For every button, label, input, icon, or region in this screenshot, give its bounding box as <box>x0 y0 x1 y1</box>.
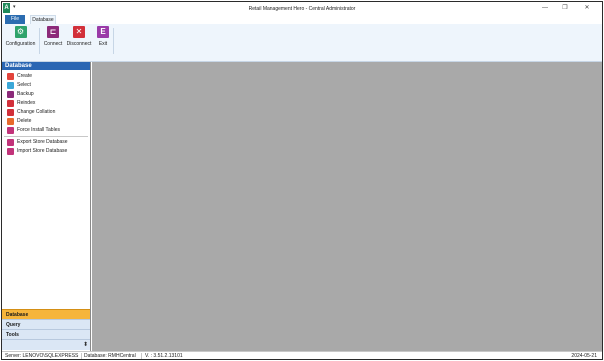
nav-item-delete[interactable]: Delete <box>2 117 90 126</box>
status-date: 2024-05-21 <box>571 353 597 359</box>
configuration-button[interactable]: ⚙ Configuration <box>5 26 36 54</box>
exit-label: Exit <box>98 41 108 47</box>
nav-item-label: Create <box>17 73 33 79</box>
ribbon-tabs: File Database <box>2 15 602 24</box>
reindex-icon <box>7 100 14 107</box>
status-separator <box>81 353 82 359</box>
import-icon <box>7 148 14 155</box>
status-server: Server: LENOVO\SQLEXPRESS <box>5 353 79 359</box>
install-tables-icon <box>7 127 14 134</box>
ribbon-separator <box>113 28 114 54</box>
title-bar: A ▾ Retail Management Hero - Central Adm… <box>2 2 602 15</box>
database-task-list: Create Select Backup Reindex Change Coll… <box>2 72 90 156</box>
window-title: Retail Management Hero - Central Adminis… <box>248 6 356 12</box>
disconnect-label: Disconnect <box>66 41 92 47</box>
exit-button[interactable]: E Exit <box>95 26 111 54</box>
connect-label: Connect <box>43 41 63 47</box>
nav-item-label: Export Store Database <box>17 139 68 145</box>
delete-icon <box>7 118 14 125</box>
nav-item-create[interactable]: Create <box>2 72 90 81</box>
status-separator <box>141 353 142 359</box>
minimize-button[interactable]: — <box>538 4 552 12</box>
nav-item-import-store-database[interactable]: Import Store Database <box>2 147 90 156</box>
tab-database[interactable]: Database <box>30 15 56 24</box>
section-tools[interactable]: Tools <box>2 329 90 339</box>
configuration-icon: ⚙ <box>14 26 27 38</box>
navigation-panel: Database Create Select Backup Reindex Ch… <box>2 62 91 351</box>
nav-item-change-collation[interactable]: Change Collation <box>2 108 90 117</box>
nav-item-label: Select <box>17 82 31 88</box>
tab-file[interactable]: File <box>5 15 25 24</box>
nav-item-label: Backup <box>17 91 34 97</box>
workspace-area <box>92 62 602 351</box>
nav-item-reindex[interactable]: Reindex <box>2 99 90 108</box>
exit-icon: E <box>97 26 109 38</box>
nav-item-label: Force Install Tables <box>17 127 60 133</box>
section-overflow-bar: ⬍ <box>2 339 90 350</box>
app-window: A ▾ Retail Management Hero - Central Adm… <box>1 1 603 360</box>
nav-item-label: Delete <box>17 118 32 124</box>
status-bar: Server: LENOVO\SQLEXPRESS Database: RMHC… <box>2 351 602 359</box>
maximize-button[interactable]: ❐ <box>558 4 572 12</box>
nav-item-backup[interactable]: Backup <box>2 90 90 99</box>
status-database: Database: RMHCentral <box>84 353 136 359</box>
nav-item-label: Reindex <box>17 100 36 106</box>
connect-icon: ⊏ <box>47 26 59 38</box>
select-icon <box>7 82 14 89</box>
section-database[interactable]: Database <box>2 309 90 319</box>
ribbon-separator <box>39 28 40 54</box>
section-query[interactable]: Query <box>2 319 90 329</box>
nav-item-select[interactable]: Select <box>2 81 90 90</box>
nav-divider <box>4 136 88 137</box>
connect-button[interactable]: ⊏ Connect <box>42 26 64 54</box>
panel-header: Database <box>2 62 90 70</box>
configuration-label: Configuration <box>5 41 36 47</box>
nav-item-export-store-database[interactable]: Export Store Database <box>2 138 90 147</box>
create-icon <box>7 73 14 80</box>
ribbon: ⚙ Configuration ⊏ Connect ✕ Disconnect E… <box>2 24 602 62</box>
close-button[interactable]: ✕ <box>580 4 594 12</box>
overflow-menu-icon[interactable]: ⬍ <box>83 341 88 348</box>
backup-icon <box>7 91 14 98</box>
nav-item-force-install-tables[interactable]: Force Install Tables <box>2 126 90 135</box>
disconnect-icon: ✕ <box>73 26 85 38</box>
export-icon <box>7 139 14 146</box>
disconnect-button[interactable]: ✕ Disconnect <box>66 26 92 54</box>
collation-icon <box>7 109 14 116</box>
status-version: V. : 3.51.2.13101 <box>145 353 183 359</box>
nav-item-label: Import Store Database <box>17 148 68 154</box>
nav-item-label: Change Collation <box>17 109 56 115</box>
